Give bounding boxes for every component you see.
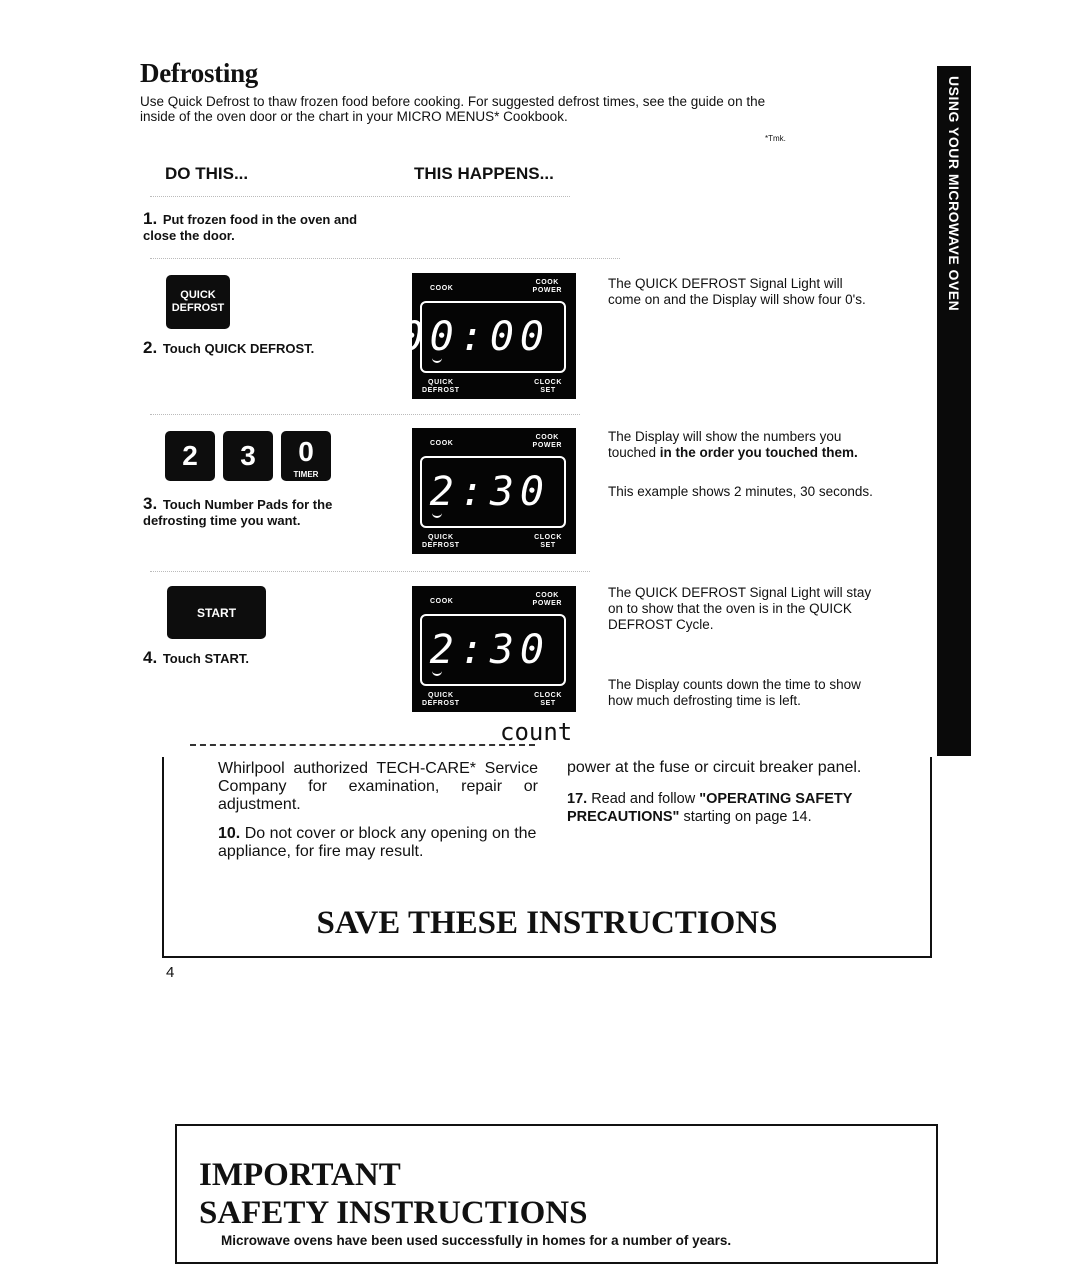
signal-light-indicator xyxy=(432,357,442,363)
display-screen: 2:30 xyxy=(420,614,566,686)
chapter-tab: USING YOUR MICROWAVE OVEN xyxy=(937,66,971,756)
oven-display: COOK COOK POWER 2:30 QUICK DEFROST CLOCK SE… xyxy=(412,586,576,712)
clock-set-label: CLOCK SET xyxy=(534,534,562,549)
step-text: Touch START. xyxy=(162,651,249,666)
step-number: 4. xyxy=(143,648,158,667)
cook-power-label: COOK POWER xyxy=(532,434,562,449)
tech-care-paragraph: Whirlpool authorized TECH-CARE* Service … xyxy=(218,760,538,813)
page-number: 4 xyxy=(166,964,175,981)
pad-label: 0 xyxy=(298,436,314,467)
item-number: 10. xyxy=(218,825,241,842)
important-safety-title: IMPORTANT SAFETY INSTRUCTIONS xyxy=(199,1156,587,1232)
signal-light-indicator xyxy=(432,512,442,518)
quick-defrost-label: QUICK DEFROST xyxy=(422,379,460,394)
important-safety-box: IMPORTANT SAFETY INSTRUCTIONS Microwave … xyxy=(175,1124,938,1264)
chapter-tab-label: USING YOUR MICROWAVE OVEN xyxy=(946,76,962,312)
quick-defrost-label: QUICK DEFROST xyxy=(422,534,460,549)
start-pad[interactable]: START xyxy=(167,586,266,639)
safety-item-10: 10. Do not cover or block any opening on… xyxy=(218,825,538,861)
title-line: IMPORTANT xyxy=(199,1157,401,1193)
item-text: Read and follow xyxy=(591,791,700,807)
cook-power-label: COOK POWER xyxy=(532,592,562,607)
countdown-label: count xyxy=(500,718,573,746)
pad-label: 3 xyxy=(240,440,256,471)
step-4-countdown-description: The Display counts down the time to show… xyxy=(608,677,861,708)
safety-box: Whirlpool authorized TECH-CARE* Service … xyxy=(162,757,932,958)
number-pad-3[interactable]: 3 xyxy=(223,431,273,481)
step-2-description: The QUICK DEFROST Signal Light will come… xyxy=(608,276,866,307)
column-heading-this-happens: THIS HAPPENS... xyxy=(414,164,554,183)
step-4-description: The QUICK DEFROST Signal Light will stay… xyxy=(608,585,872,632)
quick-defrost-label: QUICK DEFROST xyxy=(422,692,460,707)
oven-display: COOK COOK POWER 00:00 QUICK DEFROST CLOCK S… xyxy=(400,273,576,399)
step-number: 3. xyxy=(143,494,158,513)
pad-label: DEFROST xyxy=(171,302,225,314)
trademark-note: *Tmk. xyxy=(765,134,786,143)
display-screen: 2:30 xyxy=(420,456,566,528)
cook-label: COOK xyxy=(430,285,454,292)
step-text: Put frozen food in the oven and close th… xyxy=(143,212,358,243)
safety-item-17: 17. Read and follow "OPERATING SAFETY PR… xyxy=(567,790,917,826)
desc-text-bold: in the order you touched them. xyxy=(659,445,858,460)
cook-label: COOK xyxy=(430,598,454,605)
item-number: 17. xyxy=(567,791,588,807)
step-3: 3. Touch Number Pads for the defrosting … xyxy=(143,494,358,529)
item-text: Do not cover or block any opening on the… xyxy=(218,825,537,860)
item-text: starting on page 14. xyxy=(679,809,812,825)
step-2: 2. Touch QUICK DEFROST. xyxy=(143,338,315,357)
column-heading-do-this: DO THIS... xyxy=(165,164,249,183)
display-digits: 2:30 xyxy=(429,627,550,673)
pad-sublabel: TIMER xyxy=(293,470,319,479)
step-1: 1. Put frozen food in the oven and close… xyxy=(143,209,363,244)
quick-defrost-pad[interactable]: QUICK DEFROST xyxy=(166,275,230,329)
step-text: Touch Number Pads for the defrosting tim… xyxy=(143,497,333,528)
step-text: Touch xyxy=(162,341,205,356)
number-pad-0-timer[interactable]: 0 TIMER xyxy=(281,431,331,481)
step-3-description: The Display will show the numbers you to… xyxy=(608,429,878,461)
cut-off-text-line xyxy=(190,744,535,750)
pad-label: QUICK xyxy=(180,289,216,301)
step-text-bold: QUICK DEFROST. xyxy=(204,341,315,356)
divider xyxy=(150,258,620,259)
divider xyxy=(150,414,580,415)
divider xyxy=(150,196,570,197)
clock-set-label: CLOCK SET xyxy=(534,379,562,394)
section-title: Defrosting xyxy=(140,58,258,88)
display-screen: 00:00 xyxy=(400,301,566,373)
number-pad-2[interactable]: 2 xyxy=(165,431,215,481)
divider xyxy=(150,571,590,572)
pad-label: START xyxy=(196,605,237,620)
step-4: 4. Touch START. xyxy=(143,648,249,667)
safety-lead-paragraph: Microwave ovens have been used successfu… xyxy=(221,1233,732,1248)
title-line: SAFETY INSTRUCTIONS xyxy=(199,1195,588,1231)
display-digits: 2:30 xyxy=(429,469,550,515)
step-number: 2. xyxy=(143,338,158,357)
oven-display: COOK COOK POWER 2:30 QUICK DEFROST CLOCK SE… xyxy=(412,428,576,554)
display-digits: 00:00 xyxy=(399,314,550,360)
clock-set-label: CLOCK SET xyxy=(534,692,562,707)
pad-label: 2 xyxy=(182,440,198,471)
step-3-example: This example shows 2 minutes, 30 seconds… xyxy=(608,484,873,499)
cook-power-label: COOK POWER xyxy=(532,279,562,294)
cook-label: COOK xyxy=(430,440,454,447)
save-instructions-banner: SAVE THESE INSTRUCTIONS xyxy=(316,905,778,941)
intro-paragraph: Use Quick Defrost to thaw frozen food be… xyxy=(140,94,766,124)
fuse-paragraph: power at the fuse or circuit breaker pan… xyxy=(567,759,862,776)
step-number: 1. xyxy=(143,209,158,228)
signal-light-indicator xyxy=(432,670,442,676)
